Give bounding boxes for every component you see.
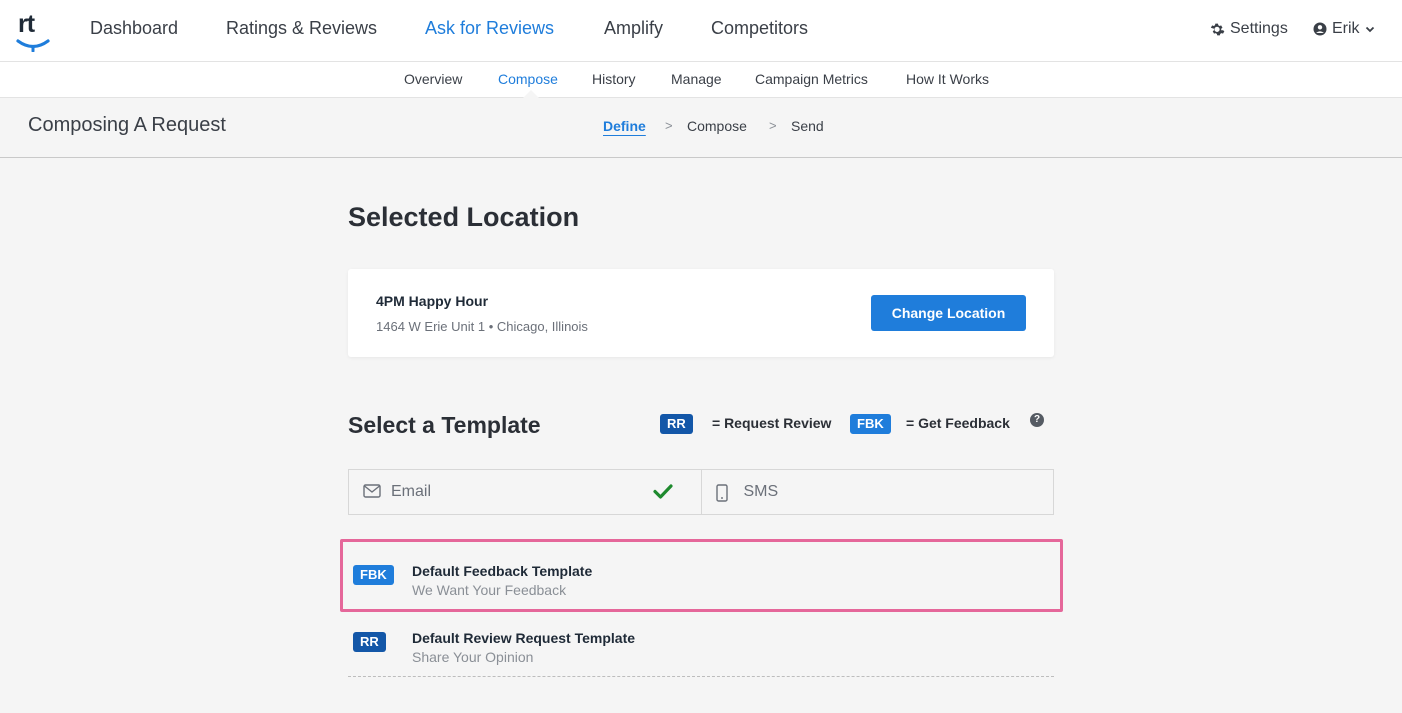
subnav-how-it-works[interactable]: How It Works bbox=[906, 71, 989, 87]
user-circle-icon bbox=[1313, 22, 1327, 36]
template-badge-fbk: FBK bbox=[353, 565, 394, 585]
legend-rr-badge: RR bbox=[660, 414, 693, 434]
legend-fbk-badge: FBK bbox=[850, 414, 891, 434]
tab-email-label: Email bbox=[391, 483, 432, 500]
logo-text: rt bbox=[18, 10, 35, 38]
page-header: Composing A Request Define > Compose > S… bbox=[0, 98, 1402, 158]
step-separator: > bbox=[769, 118, 777, 133]
top-nav: rt Dashboard Ratings & Reviews Ask for R… bbox=[0, 0, 1402, 62]
settings-link[interactable]: Settings bbox=[1210, 20, 1288, 38]
user-name: Erik bbox=[1332, 20, 1360, 37]
user-menu[interactable]: Erik bbox=[1313, 20, 1375, 38]
gear-icon bbox=[1210, 23, 1225, 35]
select-template-heading: Select a Template bbox=[348, 412, 541, 438]
location-name: 4PM Happy Hour bbox=[376, 293, 489, 309]
step-compose: Compose bbox=[687, 118, 747, 134]
step-define[interactable]: Define bbox=[603, 118, 646, 134]
template-item-feedback[interactable]: FBK Default Feedback Template We Want Yo… bbox=[348, 546, 1054, 604]
subnav-manage[interactable]: Manage bbox=[671, 71, 722, 87]
change-location-button[interactable]: Change Location bbox=[871, 295, 1026, 331]
template-subject: Share Your Opinion bbox=[412, 649, 534, 665]
template-name: Default Review Request Template bbox=[412, 630, 636, 646]
subnav-history[interactable]: History bbox=[592, 71, 636, 87]
mobile-icon bbox=[715, 484, 728, 502]
settings-label: Settings bbox=[1230, 20, 1288, 37]
chevron-down-icon bbox=[1365, 26, 1374, 33]
location-card: 4PM Happy Hour 1464 W Erie Unit 1 • Chic… bbox=[348, 269, 1054, 357]
template-badge-rr: RR bbox=[353, 632, 386, 652]
subnav-overview[interactable]: Overview bbox=[404, 71, 462, 87]
legend-rr-text: = Request Review bbox=[712, 415, 832, 431]
nav-ask-for-reviews[interactable]: Ask for Reviews bbox=[425, 18, 554, 39]
template-name: Default Feedback Template bbox=[412, 563, 593, 579]
help-icon[interactable]: ? bbox=[1030, 413, 1044, 427]
logo-smile-icon bbox=[16, 39, 50, 52]
list-divider bbox=[348, 676, 1054, 677]
subnav-campaign-metrics[interactable]: Campaign Metrics bbox=[755, 71, 868, 87]
nav-amplify[interactable]: Amplify bbox=[604, 18, 663, 39]
legend-fbk-text: = Get Feedback bbox=[906, 415, 1010, 431]
template-item-review-request[interactable]: RR Default Review Request Template Share… bbox=[348, 613, 1054, 671]
selected-location-heading: Selected Location bbox=[348, 202, 580, 232]
step-send: Send bbox=[791, 118, 824, 134]
sub-nav: Overview Compose History Manage Campaign… bbox=[0, 62, 1402, 98]
nav-ratings-reviews[interactable]: Ratings & Reviews bbox=[226, 18, 377, 39]
checkmark-icon bbox=[652, 484, 673, 499]
nav-competitors[interactable]: Competitors bbox=[711, 18, 808, 39]
location-address: 1464 W Erie Unit 1 • Chicago, Illinois bbox=[376, 319, 588, 334]
envelope-icon bbox=[363, 484, 381, 498]
tab-sms[interactable]: SMS bbox=[700, 470, 1054, 514]
page-title: Composing A Request bbox=[28, 114, 226, 136]
tab-email[interactable]: Email bbox=[349, 470, 701, 514]
app-logo[interactable]: rt bbox=[14, 10, 54, 54]
channel-tabs: Email SMS bbox=[348, 469, 1054, 515]
subnav-compose[interactable]: Compose bbox=[498, 71, 558, 87]
active-subnav-caret bbox=[523, 90, 539, 98]
tab-sms-label: SMS bbox=[743, 483, 779, 500]
step-separator: > bbox=[665, 118, 673, 133]
template-subject: We Want Your Feedback bbox=[412, 582, 567, 598]
nav-dashboard[interactable]: Dashboard bbox=[90, 18, 178, 39]
